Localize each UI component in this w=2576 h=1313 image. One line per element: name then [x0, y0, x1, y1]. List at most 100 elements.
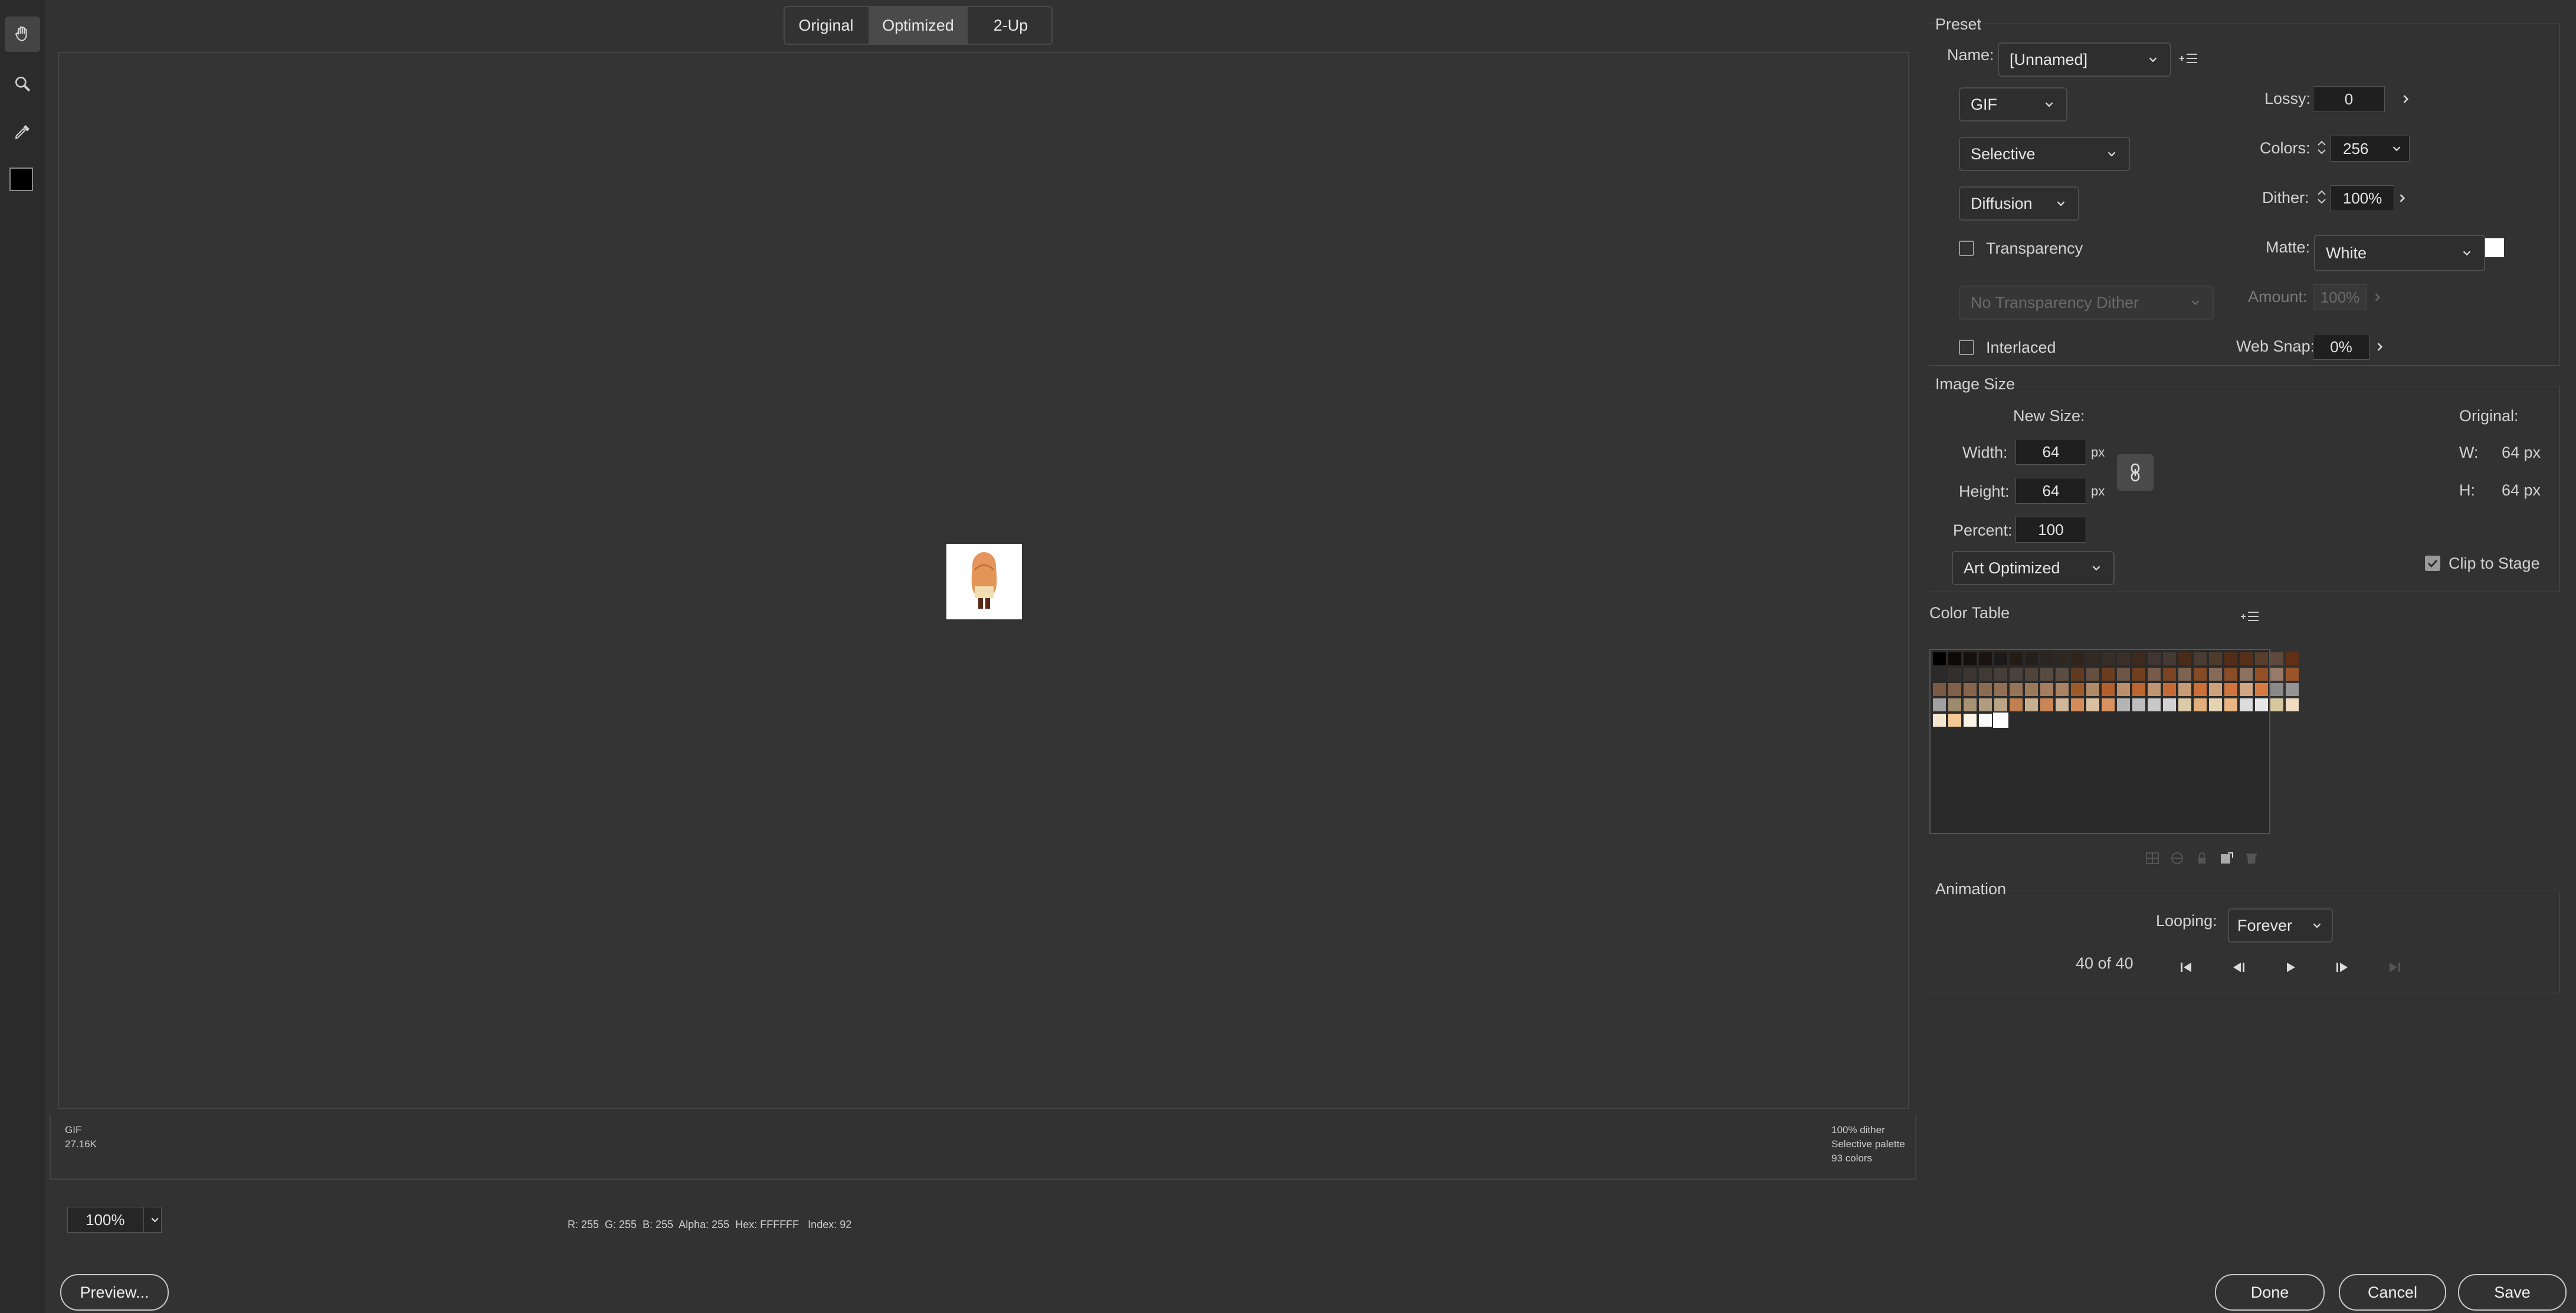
color-swatch[interactable] — [2194, 668, 2207, 681]
color-swatch[interactable] — [2286, 668, 2299, 681]
percent-input[interactable]: 100 — [2015, 517, 2086, 543]
color-swatch[interactable] — [1993, 713, 2008, 728]
tab-optimized[interactable]: Optimized — [869, 7, 968, 44]
color-swatch[interactable] — [2056, 652, 2069, 665]
dither-input[interactable]: 100% — [2331, 185, 2394, 211]
color-swatch[interactable] — [2117, 652, 2130, 665]
color-swatch[interactable] — [1933, 714, 1946, 727]
color-swatch[interactable] — [2010, 683, 2023, 696]
color-swatch[interactable] — [2194, 683, 2207, 696]
color-swatch[interactable] — [1948, 683, 1961, 696]
color-swatch[interactable] — [2240, 698, 2253, 711]
lossy-slider-button[interactable] — [2398, 87, 2413, 111]
color-swatch[interactable] — [2209, 652, 2222, 665]
color-swatch[interactable] — [2270, 668, 2283, 681]
color-swatch[interactable] — [1948, 652, 1961, 665]
previous-frame-button[interactable] — [2227, 956, 2250, 979]
color-swatch[interactable] — [1948, 714, 1961, 727]
color-swatch[interactable] — [2117, 698, 2130, 711]
color-swatch[interactable] — [2056, 683, 2069, 696]
color-swatch[interactable] — [2286, 683, 2299, 696]
tab-2-up[interactable]: 2-Up — [970, 7, 1051, 44]
transparency-dither-select[interactable]: No Transparency Dither — [1959, 285, 2214, 320]
color-swatch[interactable] — [2132, 652, 2145, 665]
web-snap-input[interactable]: 0% — [2313, 334, 2369, 360]
color-swatch[interactable] — [2286, 698, 2299, 711]
map-to-transparent-icon[interactable] — [2145, 852, 2159, 865]
color-swatch[interactable] — [2025, 698, 2038, 711]
color-swatch[interactable] — [2194, 652, 2207, 665]
color-swatch[interactable] — [2117, 683, 2130, 696]
color-reduction-select[interactable]: Selective — [1959, 137, 2130, 171]
color-swatch[interactable] — [2132, 698, 2145, 711]
constrain-proportions-button[interactable] — [2117, 454, 2154, 491]
color-swatch[interactable] — [1979, 668, 1992, 681]
color-swatch[interactable] — [2148, 652, 2161, 665]
color-swatch[interactable] — [1948, 668, 1961, 681]
color-swatch[interactable] — [2209, 698, 2222, 711]
delete-color-icon[interactable] — [2244, 852, 2259, 865]
color-swatch[interactable] — [2255, 683, 2268, 696]
matte-select[interactable]: White — [2314, 235, 2485, 271]
colors-stepper[interactable] — [2314, 136, 2329, 159]
color-swatch[interactable] — [1979, 698, 1992, 711]
color-swatch[interactable] — [2040, 683, 2053, 696]
color-swatch[interactable] — [2163, 698, 2176, 711]
color-swatch[interactable] — [2178, 668, 2191, 681]
transparency-checkbox[interactable] — [1959, 241, 1974, 256]
color-swatch[interactable] — [1933, 668, 1946, 681]
hand-tool-icon[interactable] — [5, 17, 40, 52]
color-swatch[interactable] — [2102, 683, 2115, 696]
color-swatch[interactable] — [1964, 698, 1977, 711]
width-input[interactable]: 64 — [2015, 439, 2086, 465]
lock-color-icon[interactable] — [2195, 852, 2209, 865]
color-swatch[interactable] — [2148, 698, 2161, 711]
color-swatch[interactable] — [2132, 683, 2145, 696]
color-swatch[interactable] — [2117, 668, 2130, 681]
colors-input[interactable]: 256 — [2331, 136, 2410, 162]
next-frame-button[interactable] — [2331, 956, 2354, 979]
preset-name-select[interactable]: [Unnamed] — [1998, 42, 2171, 77]
cancel-button[interactable]: Cancel — [2339, 1274, 2446, 1311]
color-swatch[interactable] — [2270, 698, 2283, 711]
height-input[interactable]: 64 — [2015, 478, 2086, 504]
color-swatch[interactable] — [2209, 668, 2222, 681]
color-swatch[interactable] — [2132, 668, 2145, 681]
color-swatch[interactable] — [2194, 698, 2207, 711]
interlaced-checkbox[interactable] — [1959, 340, 1974, 355]
color-swatch[interactable] — [1933, 698, 1946, 711]
color-swatch[interactable] — [2010, 698, 2023, 711]
color-swatch[interactable] — [1994, 668, 2007, 681]
color-swatch[interactable] — [2240, 652, 2253, 665]
tab-original[interactable]: Original — [785, 7, 867, 44]
color-swatch[interactable] — [1933, 683, 1946, 696]
color-swatch[interactable] — [2255, 652, 2268, 665]
color-swatch[interactable] — [1979, 714, 1992, 727]
color-swatch[interactable] — [2102, 668, 2115, 681]
dither-stepper[interactable] — [2314, 185, 2329, 209]
amount-input[interactable]: 100% — [2313, 284, 2367, 310]
color-swatch[interactable] — [2148, 668, 2161, 681]
preset-menu-icon[interactable] — [2178, 51, 2198, 66]
color-swatch[interactable] — [2178, 683, 2191, 696]
color-swatch[interactable] — [2040, 698, 2053, 711]
preview-button[interactable]: Preview... — [60, 1274, 169, 1311]
color-swatch[interactable] — [2209, 683, 2222, 696]
file-format-select[interactable]: GIF — [1959, 87, 2067, 122]
color-swatch[interactable] — [2270, 652, 2283, 665]
color-swatch[interactable] — [2286, 652, 2299, 665]
color-swatch[interactable] — [2071, 698, 2084, 711]
color-swatch[interactable] — [2255, 698, 2268, 711]
dither-slider-button[interactable] — [2394, 186, 2410, 210]
color-swatch[interactable] — [2071, 652, 2084, 665]
color-swatch[interactable] — [2224, 698, 2237, 711]
color-swatch[interactable] — [1979, 652, 1992, 665]
web-snap-slider-button[interactable] — [2372, 335, 2387, 359]
zoom-select[interactable]: 100% — [67, 1207, 162, 1233]
color-swatch[interactable] — [1994, 652, 2007, 665]
color-swatch[interactable] — [1979, 683, 1992, 696]
play-button[interactable] — [2279, 956, 2302, 979]
color-swatch[interactable] — [2178, 652, 2191, 665]
color-swatch[interactable] — [2086, 698, 2099, 711]
color-swatch[interactable] — [2040, 652, 2053, 665]
